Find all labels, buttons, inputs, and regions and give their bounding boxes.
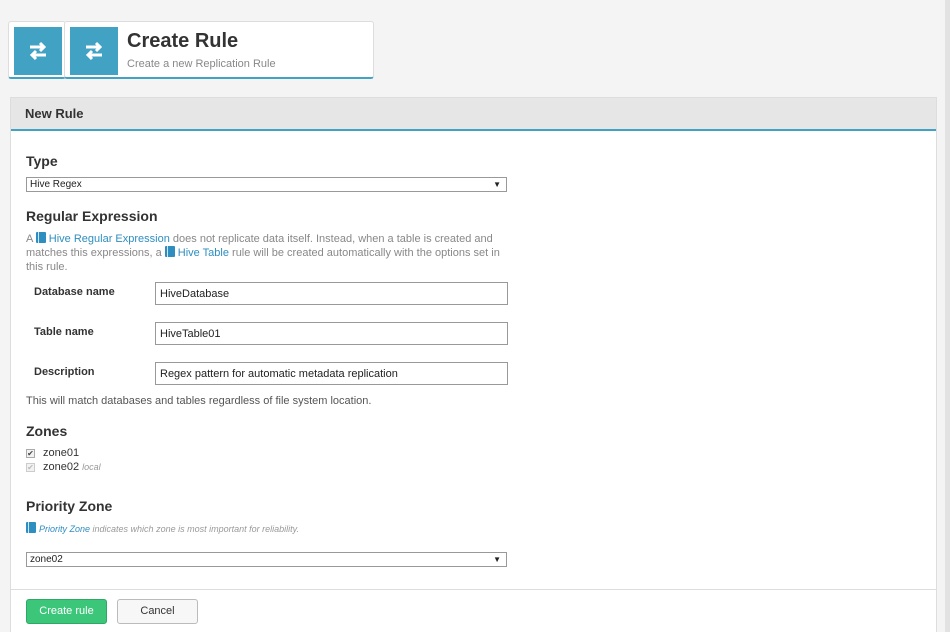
description-input[interactable]: Regex pattern for automatic metadata rep… <box>155 362 508 385</box>
hive-regex-doc-link[interactable]: Hive Regular Expression <box>49 233 170 245</box>
swap-arrows-icon <box>14 27 62 75</box>
type-select-value: Hive Regex <box>30 179 82 190</box>
table-name-label: Table name <box>34 326 94 338</box>
description-label: Description <box>34 366 95 378</box>
zone-item: ✔ zone02 local <box>26 461 101 473</box>
scrollbar-edge[interactable] <box>945 0 950 632</box>
book-icon <box>35 232 46 243</box>
priority-zone-doc-link[interactable]: Priority Zone <box>39 524 90 534</box>
zone-item: ✔ zone01 <box>26 447 79 459</box>
priority-zone-value: zone02 <box>30 554 63 565</box>
regex-help-text: A Hive Regular Expression does not repli… <box>26 232 500 273</box>
book-icon <box>26 522 36 533</box>
zone-name: zone02 <box>43 461 80 473</box>
breadcrumb-current-card: Create Rule Create a new Replication Rul… <box>64 21 374 79</box>
zones-heading: Zones <box>26 423 68 439</box>
priority-zone-heading: Priority Zone <box>26 498 113 514</box>
breadcrumb-back-card[interactable] <box>8 21 66 79</box>
zone-local-tag: local <box>82 462 101 472</box>
page-subtitle: Create a new Replication Rule <box>127 58 276 70</box>
dropdown-arrow-icon: ▼ <box>493 555 501 564</box>
create-rule-button[interactable]: Create rule <box>26 599 107 624</box>
panel-title: New Rule <box>11 98 936 131</box>
database-name-label: Database name <box>34 286 115 298</box>
match-note: This will match databases and tables reg… <box>26 395 372 407</box>
new-rule-panel: New Rule Type Hive Regex ▼ Regular Expre… <box>10 97 937 632</box>
book-icon <box>164 246 175 257</box>
priority-zone-select[interactable]: zone02 ▼ <box>26 552 507 567</box>
type-select[interactable]: Hive Regex ▼ <box>26 177 507 192</box>
type-heading: Type <box>26 153 58 169</box>
priority-zone-help: Priority Zone indicates which zone is mo… <box>26 522 299 534</box>
page-title: Create Rule <box>127 30 239 52</box>
swap-arrows-icon <box>70 27 118 75</box>
zone02-checkbox: ✔ <box>26 462 35 472</box>
dropdown-arrow-icon: ▼ <box>493 180 501 189</box>
regex-heading: Regular Expression <box>26 208 158 224</box>
form-footer: Create rule Cancel <box>11 589 936 632</box>
cancel-button[interactable]: Cancel <box>117 599 198 624</box>
database-name-input[interactable]: HiveDatabase <box>155 282 508 305</box>
zone-name: zone01 <box>43 447 80 459</box>
hive-table-doc-link[interactable]: Hive Table <box>178 247 229 259</box>
zone01-checkbox[interactable]: ✔ <box>26 448 35 458</box>
table-name-input[interactable]: HiveTable01 <box>155 322 508 345</box>
